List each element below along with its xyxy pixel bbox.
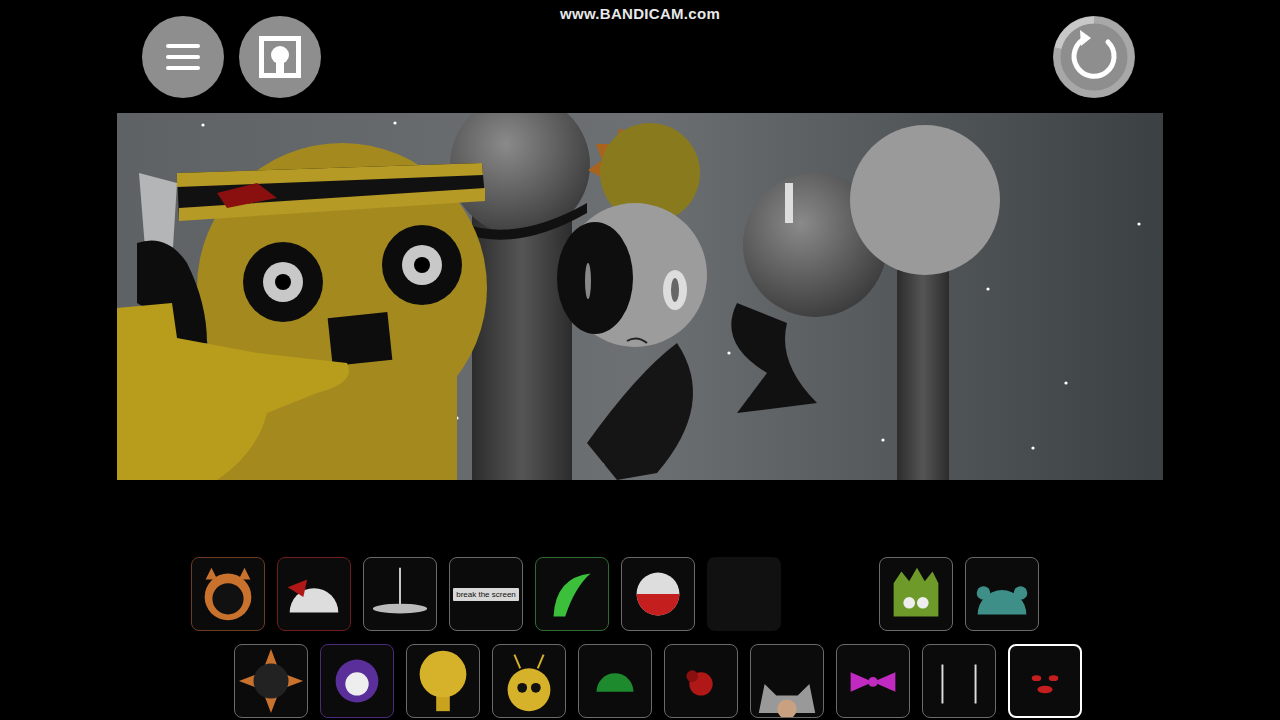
star (986, 287, 989, 290)
character-tile[interactable] (621, 557, 695, 631)
stage-scene (117, 113, 1163, 480)
character-icon (278, 557, 350, 631)
character-icon (536, 557, 608, 631)
stage-background (117, 113, 1163, 480)
watermark: www.BANDICAM.com (0, 5, 1280, 22)
star (727, 351, 730, 354)
character-tile[interactable] (879, 557, 953, 631)
star (1064, 381, 1067, 384)
character-tile[interactable] (1008, 644, 1082, 718)
character-tile[interactable] (965, 557, 1039, 631)
portrait-icon (257, 34, 303, 80)
sun-hat-character (557, 123, 707, 480)
character-icon (192, 557, 264, 631)
reset-icon (1053, 16, 1135, 98)
character-icon (235, 644, 307, 718)
character-tile[interactable]: break the screen (449, 557, 523, 631)
character-tile[interactable] (277, 557, 351, 631)
stage (117, 113, 1163, 480)
yellow-character (117, 143, 487, 480)
star (881, 438, 884, 441)
tile-row: break the screen (0, 557, 1280, 631)
tall-character (731, 125, 1000, 480)
menu-button[interactable] (142, 16, 224, 98)
reset-button[interactable] (1053, 16, 1135, 98)
star (1137, 222, 1140, 225)
character-icon (579, 644, 651, 718)
character-icon (966, 557, 1038, 631)
character-tile (707, 557, 781, 631)
character-tile[interactable] (535, 557, 609, 631)
character-icon (837, 644, 909, 718)
character-tile[interactable] (234, 644, 308, 718)
character-icon (364, 557, 436, 631)
character-tile[interactable] (320, 644, 394, 718)
character-tile[interactable] (406, 644, 480, 718)
game-screen: break the screen www.BANDICAM.com (0, 0, 1280, 720)
star (393, 121, 396, 124)
character-tile[interactable] (492, 644, 566, 718)
character-bar: break the screen (0, 557, 1280, 718)
character-tile[interactable] (750, 644, 824, 718)
empty-slot (793, 557, 867, 631)
character-tile[interactable] (578, 644, 652, 718)
character-tile[interactable] (191, 557, 265, 631)
character-icon (923, 644, 995, 718)
character-tile[interactable] (664, 644, 738, 718)
star (201, 123, 204, 126)
character-icon (622, 557, 694, 631)
character-icon (407, 644, 479, 718)
character-icon (1010, 644, 1080, 718)
character-tile[interactable] (836, 644, 910, 718)
character-icon (751, 644, 823, 718)
character-icon (880, 557, 952, 631)
character-tile[interactable] (363, 557, 437, 631)
picture-button[interactable] (239, 16, 321, 98)
character-icon (665, 644, 737, 718)
tile-label: break the screen (453, 588, 519, 601)
character-tile[interactable] (922, 644, 996, 718)
character-icon (321, 644, 393, 718)
character-icon (493, 644, 565, 718)
tile-row (0, 644, 1280, 718)
star (1031, 446, 1034, 449)
hamburger-icon (166, 42, 200, 72)
